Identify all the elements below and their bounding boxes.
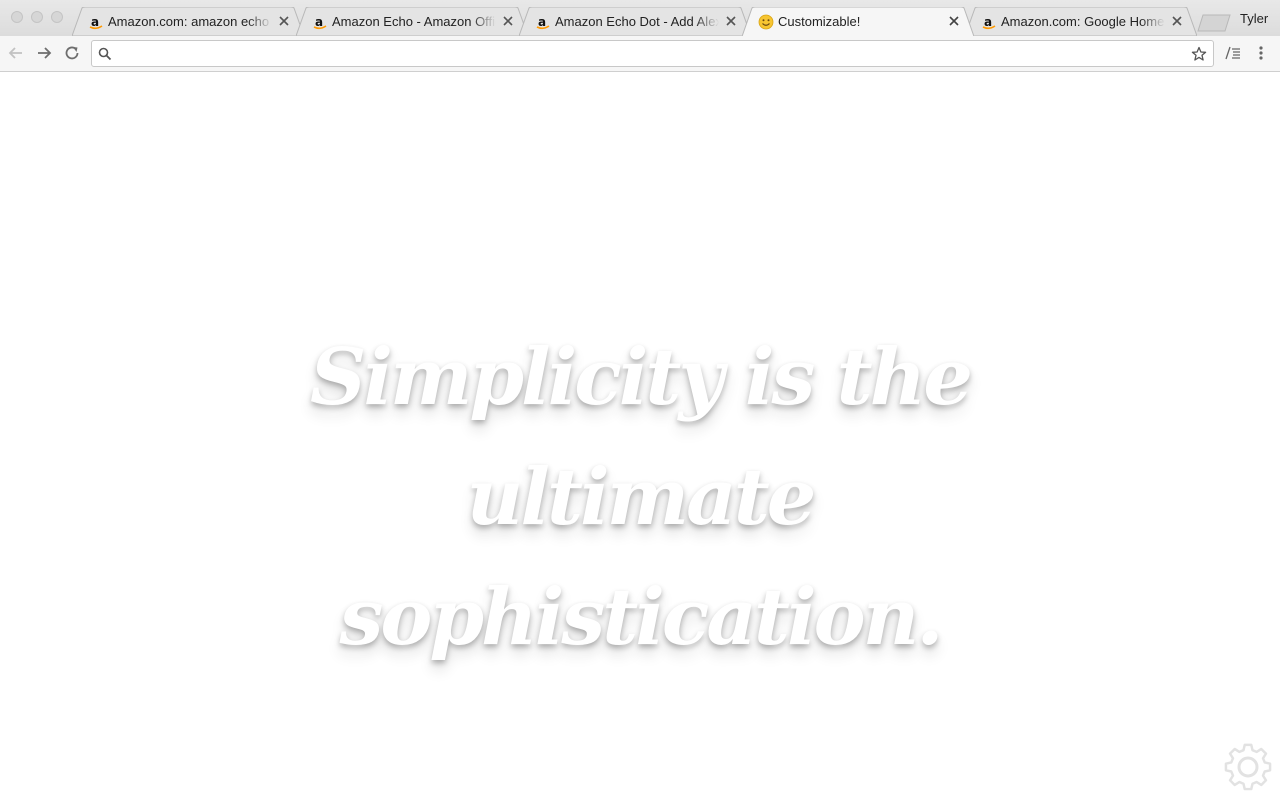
window-close-button[interactable]: [11, 11, 23, 23]
amazon-icon: a: [313, 15, 327, 30]
window-zoom-button[interactable]: [51, 11, 63, 23]
menu-dots-icon[interactable]: [1252, 44, 1270, 62]
tab-amazon-echo-dot[interactable]: a Amazon Echo Dot - Add Alexa: [519, 7, 751, 36]
forward-arrow-icon[interactable]: [35, 44, 53, 62]
amazon-icon: a: [536, 15, 550, 30]
reload-icon[interactable]: [63, 44, 81, 62]
tab-title: Amazon Echo Dot - Add Alexa: [555, 14, 719, 29]
close-icon[interactable]: [502, 15, 514, 27]
reading-list-extension-icon[interactable]: [1224, 44, 1242, 62]
amazon-icon: a: [982, 15, 996, 30]
close-icon[interactable]: [725, 15, 737, 27]
bookmark-star-icon[interactable]: [1191, 46, 1207, 62]
tab-title: Customizable!: [778, 14, 861, 29]
search-icon: [98, 47, 112, 61]
profile-name[interactable]: Tyler: [1240, 11, 1268, 26]
close-icon[interactable]: [1171, 15, 1183, 27]
tab-amazon-echo-official[interactable]: a Amazon Echo - Amazon Official Site: [296, 7, 528, 36]
svg-text:a: a: [984, 15, 992, 29]
svg-text:a: a: [538, 15, 546, 29]
window-minimize-button[interactable]: [31, 11, 43, 23]
tab-title: Amazon.com: amazon echo: [108, 14, 270, 29]
tab-google-home[interactable]: a Amazon.com: Google Home: Google: [965, 7, 1197, 36]
close-icon[interactable]: [948, 15, 960, 27]
tab-title: Amazon.com: Google Home: Google: [1001, 14, 1165, 29]
tab-customizable-active[interactable]: Customizable!: [742, 7, 974, 36]
smiley-icon: [758, 14, 774, 30]
svg-text:a: a: [315, 15, 323, 29]
svg-text:a: a: [91, 15, 99, 29]
close-icon[interactable]: [278, 15, 290, 27]
gear-icon[interactable]: [1222, 741, 1274, 793]
tab-title: Amazon Echo - Amazon Official Site: [332, 14, 496, 29]
tab-amazon-echo-search[interactable]: a Amazon.com: amazon echo: [72, 7, 304, 36]
new-tab-button[interactable]: [1197, 14, 1231, 32]
amazon-icon: a: [89, 15, 103, 30]
address-bar[interactable]: [91, 40, 1214, 67]
address-input[interactable]: [118, 45, 1178, 63]
browser-toolbar: [0, 36, 1280, 72]
tab-strip: a Amazon.com: amazon echo a Amazon Echo …: [0, 0, 1280, 36]
back-arrow-icon[interactable]: [7, 44, 25, 62]
quote-text: Simplicity is the ultimate sophisticatio…: [310, 332, 973, 663]
